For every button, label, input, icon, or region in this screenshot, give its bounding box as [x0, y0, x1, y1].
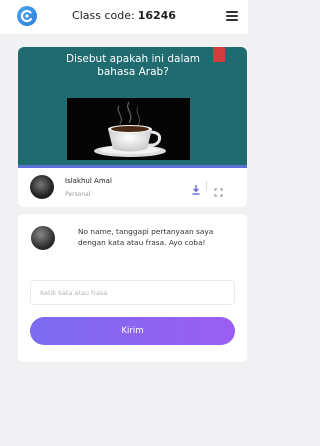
author-avatar	[30, 175, 54, 199]
author-name: Islakhul Amal	[65, 177, 112, 185]
submit-button[interactable]: Kirim	[30, 317, 235, 345]
slide-marker	[213, 47, 225, 62]
response-prompt: No name, tanggapi pertanyaan saya dengan…	[78, 227, 214, 247]
user-avatar	[31, 226, 55, 250]
class-code-value: 16246	[137, 9, 176, 22]
author-role: Personal	[65, 191, 91, 198]
hamburger-menu-icon[interactable]	[226, 11, 238, 21]
response-card: No name, tanggapi pertanyaan saya dengan…	[18, 214, 247, 362]
class-code: Class code: 16246	[0, 9, 248, 22]
top-bar: Class code: 16246	[0, 0, 248, 34]
download-icon[interactable]	[191, 181, 201, 195]
author-row: Islakhul Amal Personal	[18, 169, 247, 207]
divider	[206, 181, 207, 191]
coffee-cup-photo	[67, 98, 190, 160]
slide-question: Disebut apakah ini dalam bahasa Arab?	[65, 53, 201, 78]
slide-preview: Disebut apakah ini dalam bahasa Arab?	[18, 47, 247, 168]
fullscreen-icon[interactable]	[214, 182, 223, 197]
class-code-label: Class code:	[72, 9, 135, 22]
answer-input[interactable]	[30, 280, 235, 305]
slide-card: Disebut apakah ini dalam bahasa Arab? Is…	[18, 47, 247, 207]
slide-progress-bar	[18, 165, 247, 168]
